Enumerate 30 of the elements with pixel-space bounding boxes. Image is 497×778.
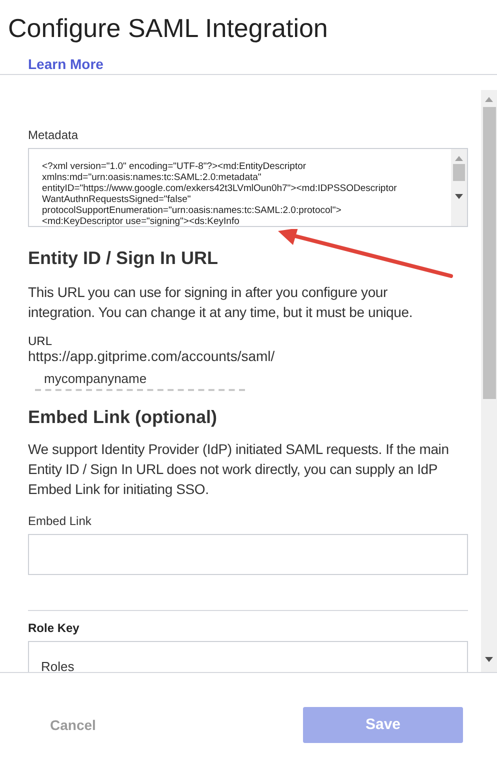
scroll-down-icon[interactable] — [455, 194, 463, 199]
metadata-line: <md:KeyDescriptor use="signing"><ds:KeyInfo — [42, 216, 240, 226]
field-label: Embed Link — [28, 513, 92, 529]
metadata-textarea[interactable] — [28, 148, 468, 227]
dialog-title: Configure SAML Integration — [7, 12, 328, 44]
metadata-line: <?xml version="1.0" encoding="UTF-8"?><md:EntityDescriptor — [42, 161, 306, 172]
company-name-field[interactable]: mycompanyname — [35, 367, 245, 391]
scroll-thumb[interactable] — [482, 107, 496, 399]
page-scrollbar[interactable] — [481, 90, 497, 672]
url-label: URL — [28, 334, 52, 348]
section-description: This URL you can use for signing in after you configure your integration. You can change it at any time, but it must be unique. — [28, 283, 414, 322]
scroll-thumb[interactable] — [453, 164, 465, 181]
section-heading: Entity ID / Sign In URL — [28, 247, 218, 270]
learn-more-link[interactable]: Learn More — [28, 54, 104, 75]
metadata-line: xmlns:md="urn:oasis:names:tc:SAML:2.0:metadata" — [42, 172, 262, 183]
metadata-line: entityID="https://www.google.com/exkers42t3LVmlOun0h7"><md:IDPSSODescriptor — [42, 183, 397, 194]
cancel-button[interactable]: Cancel — [50, 714, 96, 736]
field-label: Metadata — [28, 127, 78, 143]
role-key-field[interactable]: Roles — [28, 641, 468, 672]
scroll-down-icon[interactable] — [485, 657, 493, 662]
scroll-up-icon[interactable] — [455, 156, 463, 161]
field-label: Role Key — [28, 620, 80, 636]
metadata-line: WantAuthnRequestsSigned="false" — [42, 194, 191, 205]
metadata-line: protocolSupportEnumeration="urn:oasis:names:tc:SAML:2.0:protocol"> — [42, 205, 342, 216]
scroll-up-icon[interactable] — [485, 97, 493, 102]
section-description: We support Identity Provider (IdP) initiated SAML requests. If the main Entity ID / Sign In URL does not work directly, you can supply an IdP Embed Link for initiating SSO. — [28, 440, 450, 499]
textarea-scrollbar[interactable] — [451, 149, 467, 226]
embed-link-field[interactable] — [28, 534, 468, 575]
url-prefix: https://app.gitprime.com/accounts/saml/ — [28, 348, 275, 365]
section-heading: Embed Link (optional) — [28, 406, 217, 429]
